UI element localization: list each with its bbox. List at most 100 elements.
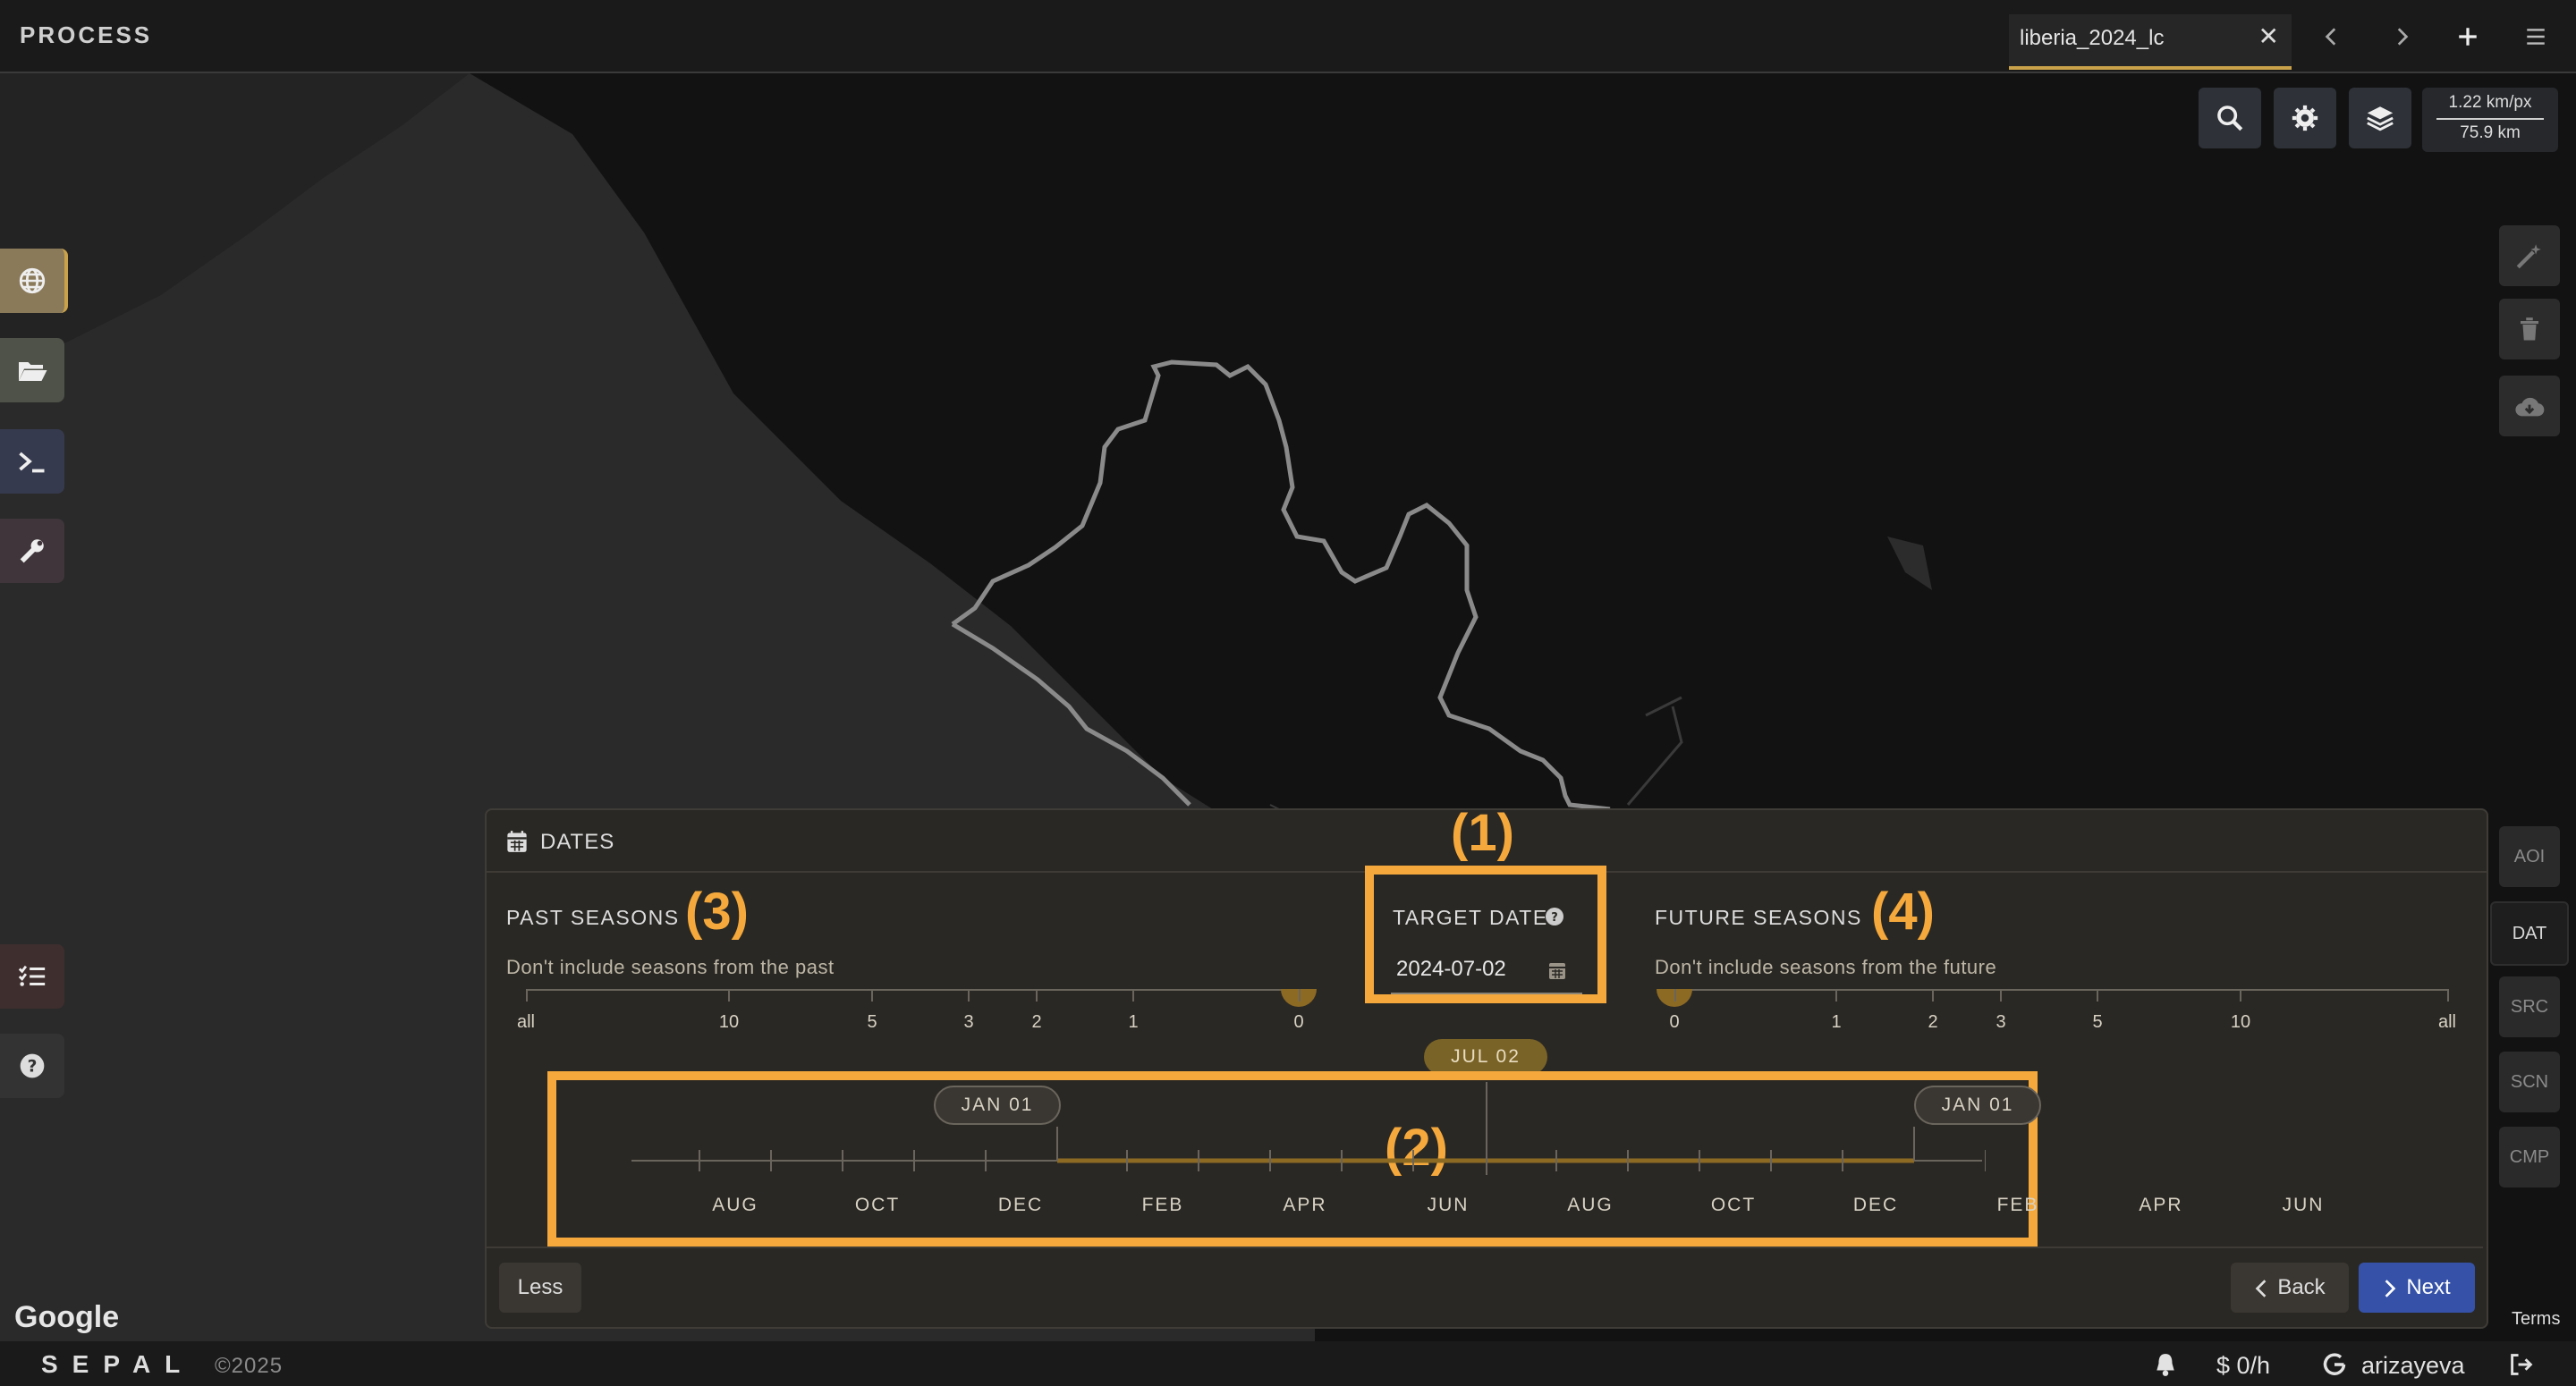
- svg-text:?: ?: [1551, 911, 1558, 925]
- future-tick-label: 0: [1669, 1012, 1680, 1032]
- season-start-marker[interactable]: JAN 01: [934, 1086, 1061, 1125]
- future-tick-label: 3: [1996, 1012, 2006, 1032]
- help-icon[interactable]: ?: [1544, 906, 1565, 927]
- future-tick-label: 1: [1831, 1012, 1842, 1032]
- tab-liberia[interactable]: liberia_2024_lc ✕: [2009, 14, 2292, 70]
- target-date-label: TARGET DATE: [1393, 906, 1548, 929]
- back-button-label: Back: [2277, 1275, 2326, 1299]
- month-label: FEB: [1996, 1195, 2039, 1215]
- delete-button[interactable]: [2499, 299, 2560, 359]
- section-scenes[interactable]: SCN: [2499, 1052, 2560, 1112]
- future-tick-label: all: [2437, 1012, 2457, 1032]
- future-seasons-description: Don't include seasons from the future: [1655, 956, 1997, 978]
- tab-label: liberia_2024_lc: [2020, 26, 2165, 50]
- layers-button[interactable]: [2349, 88, 2411, 148]
- google-logo: Google: [14, 1300, 120, 1334]
- panel-footer-divider: [487, 1247, 2483, 1248]
- copyright: ©2025: [215, 1354, 284, 1378]
- top-bar: PROCESS liberia_2024_lc ✕: [0, 0, 2576, 73]
- map-scale: 1.22 km/px 75.9 km: [2422, 88, 2558, 152]
- settings-button[interactable]: [2274, 88, 2336, 148]
- past-tick-label: 5: [867, 1012, 877, 1032]
- next-button[interactable]: Next: [2359, 1263, 2475, 1313]
- target-date-marker: JUL 02: [1424, 1039, 1547, 1075]
- footer: SEPAL ©2025 $ 0/h arizayeva: [0, 1341, 2576, 1386]
- section-sources[interactable]: SRC: [2499, 976, 2560, 1037]
- past-seasons-label: PAST SEASONS: [506, 906, 680, 929]
- target-date-value: 2024-07-02: [1396, 957, 1506, 981]
- app-title: PROCESS: [20, 21, 153, 48]
- retrieve-button[interactable]: [2499, 376, 2560, 436]
- svg-text:?: ?: [28, 1058, 38, 1077]
- layers-icon: [2367, 106, 2394, 131]
- annotation-1: (1): [1451, 804, 1514, 862]
- chevron-right-icon: [2385, 1279, 2396, 1297]
- sepal-logo: SEPAL: [41, 1350, 195, 1378]
- panel-title: DATES: [540, 830, 615, 854]
- username[interactable]: arizayeva: [2361, 1352, 2465, 1380]
- folder-open-icon: [19, 362, 47, 381]
- next-button-label: Next: [2406, 1275, 2451, 1299]
- calendar-icon: [507, 831, 527, 852]
- annotation-4: (4): [1871, 883, 1935, 941]
- past-tick-label: 10: [718, 1012, 740, 1032]
- wrench-icon: [20, 539, 44, 563]
- trash-icon: [2521, 317, 2538, 341]
- month-label: AUG: [1567, 1195, 1614, 1215]
- chevron-right-icon[interactable]: [2379, 14, 2424, 59]
- future-seasons-slider[interactable]: [1674, 989, 2449, 991]
- sidebar-browse[interactable]: [0, 338, 64, 402]
- past-tick-label: all: [516, 1012, 536, 1032]
- chevron-left-icon: [2255, 1279, 2267, 1297]
- less-button[interactable]: Less: [499, 1263, 581, 1313]
- section-composite[interactable]: CMP: [2499, 1127, 2560, 1187]
- past-tick-label: 1: [1128, 1012, 1139, 1032]
- month-label: FEB: [1141, 1195, 1184, 1215]
- month-label: OCT: [854, 1195, 901, 1215]
- month-label: JUN: [2282, 1195, 2325, 1215]
- future-seasons-label: FUTURE SEASONS: [1655, 906, 1862, 929]
- help-icon: ?: [20, 1053, 45, 1078]
- magic-wand-icon: [2516, 244, 2541, 269]
- cost-indicator[interactable]: $ 0/h: [2216, 1352, 2270, 1380]
- close-icon[interactable]: ✕: [2258, 21, 2279, 51]
- scale-distance: 75.9 km: [2460, 123, 2521, 142]
- sidebar-terminal[interactable]: [0, 429, 64, 494]
- sidebar-tasks[interactable]: [0, 944, 64, 1009]
- logout-icon[interactable]: [2508, 1352, 2535, 1377]
- terms-link[interactable]: Terms: [2512, 1309, 2560, 1330]
- sidebar-help[interactable]: ?: [0, 1034, 64, 1098]
- past-seasons-slider[interactable]: [526, 989, 1301, 991]
- past-tick-label: 3: [963, 1012, 974, 1032]
- gear-icon: [2292, 105, 2318, 131]
- auto-select-button[interactable]: [2499, 225, 2560, 286]
- month-label: JUN: [1427, 1195, 1470, 1215]
- past-seasons-description: Don't include seasons from the past: [506, 956, 835, 978]
- past-tick-label: 2: [1031, 1012, 1042, 1032]
- month-label: DEC: [997, 1195, 1044, 1215]
- target-date-input[interactable]: 2024-07-02: [1391, 950, 1582, 994]
- calendar-icon[interactable]: [1548, 960, 1566, 980]
- search-button[interactable]: [2199, 88, 2261, 148]
- sidebar-apps[interactable]: [0, 519, 64, 583]
- tasks-icon: [18, 965, 46, 986]
- back-button[interactable]: Back: [2231, 1263, 2349, 1313]
- past-tick-label: 0: [1293, 1012, 1304, 1032]
- future-tick-label: 5: [2092, 1012, 2103, 1032]
- section-aoi[interactable]: AOI: [2499, 826, 2560, 887]
- chevron-left-icon[interactable]: [2309, 14, 2354, 59]
- sidebar-process[interactable]: [0, 249, 68, 313]
- future-tick-label: 2: [1928, 1012, 1938, 1032]
- plus-icon[interactable]: [2445, 14, 2490, 59]
- annotation-3: (3): [685, 883, 749, 941]
- hamburger-icon[interactable]: [2513, 14, 2558, 59]
- month-label: APR: [1283, 1195, 1327, 1215]
- month-label: OCT: [1710, 1195, 1757, 1215]
- month-label: APR: [2139, 1195, 2183, 1215]
- season-end-marker[interactable]: JAN 01: [1914, 1086, 2041, 1125]
- bell-icon[interactable]: [2154, 1352, 2177, 1377]
- google-account-icon: [2323, 1353, 2346, 1375]
- month-label: DEC: [1852, 1195, 1899, 1215]
- section-dates[interactable]: DAT: [2490, 901, 2569, 966]
- season-timeline: [631, 1082, 1986, 1175]
